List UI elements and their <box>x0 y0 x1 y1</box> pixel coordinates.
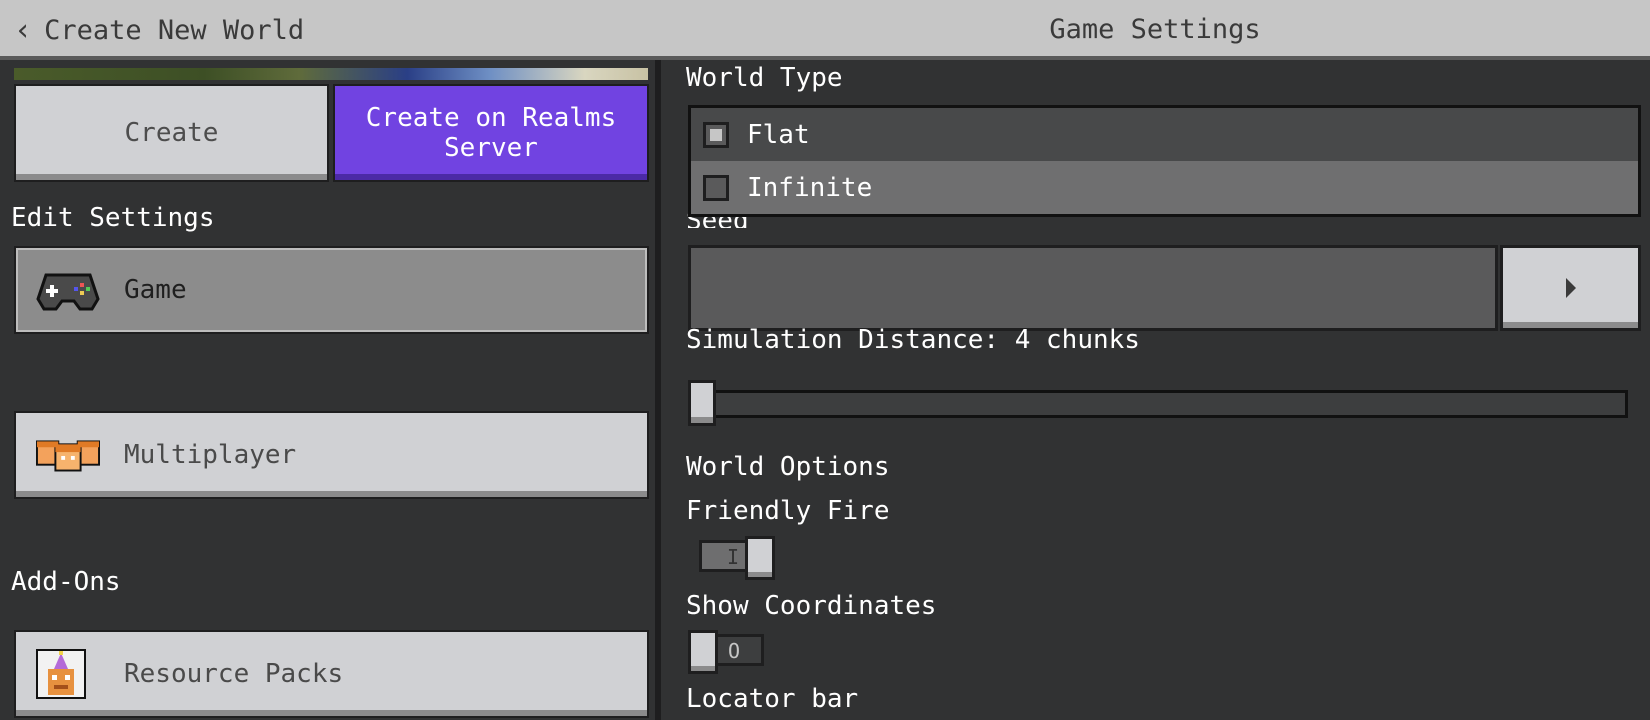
nav-item-label: Multiplayer <box>124 440 297 470</box>
chevron-left-icon: ‹ <box>14 12 33 48</box>
nav-item-label: Resource Packs <box>124 659 344 689</box>
world-type-option-flat[interactable]: Flat <box>691 108 1638 161</box>
world-options-heading: World Options <box>686 452 890 482</box>
world-type-dropdown[interactable]: Flat Infinite <box>688 105 1641 217</box>
create-button[interactable]: Create <box>14 84 329 182</box>
world-type-option-infinite[interactable]: Infinite <box>691 161 1638 214</box>
create-on-realms-label: Create on Realms Server <box>365 103 617 163</box>
triangle-right-icon <box>1565 278 1576 298</box>
toggle-knob <box>688 630 718 674</box>
players-icon <box>36 430 100 480</box>
nav-item-game[interactable]: Game <box>14 246 649 334</box>
checkbox-empty-icon <box>703 174 729 201</box>
show-coordinates-toggle[interactable]: O <box>688 630 764 674</box>
create-on-realms-button[interactable]: Create on Realms Server <box>333 84 649 182</box>
resource-pack-icon <box>36 649 86 699</box>
page-title: Game Settings <box>1049 14 1261 45</box>
back-button-label: Create New World <box>44 14 305 46</box>
option-label: Infinite <box>747 172 873 203</box>
create-button-label: Create <box>124 118 219 148</box>
left-panel: Create Create on Realms Server Edit Sett… <box>0 60 655 720</box>
top-bar: ‹ Create New World Game Settings <box>0 0 1650 60</box>
toggle-on-mark-icon: I <box>727 545 740 569</box>
nav-item-resource-packs[interactable]: Resource Packs <box>14 630 649 718</box>
simulation-distance-slider-thumb[interactable] <box>688 380 716 426</box>
nav-item-multiplayer[interactable]: Multiplayer <box>14 411 649 499</box>
seed-picker-button[interactable] <box>1500 245 1641 331</box>
world-type-label: World Type <box>686 63 843 93</box>
simulation-distance-slider[interactable] <box>688 390 1628 418</box>
toggle-off-mark-icon: O <box>728 639 741 663</box>
checkbox-checked-icon <box>703 121 729 148</box>
friendly-fire-toggle[interactable]: I <box>699 536 775 580</box>
locator-bar-label: Locator bar <box>686 684 859 714</box>
world-preview-image <box>14 68 648 80</box>
seed-input[interactable] <box>688 245 1498 331</box>
option-label: Flat <box>747 119 810 150</box>
game-settings-panel: World Type Seed Flat Infinite Simulation… <box>661 60 1650 720</box>
friendly-fire-label: Friendly Fire <box>686 496 890 526</box>
toggle-knob <box>745 536 775 580</box>
show-coordinates-label: Show Coordinates <box>686 591 937 621</box>
add-ons-heading: Add-Ons <box>11 567 121 597</box>
simulation-distance-label: Simulation Distance: 4 chunks <box>686 325 1140 355</box>
edit-settings-heading: Edit Settings <box>11 203 215 233</box>
back-button[interactable]: ‹ Create New World <box>14 10 304 50</box>
nav-item-label: Game <box>124 275 187 305</box>
controller-icon <box>36 265 100 315</box>
